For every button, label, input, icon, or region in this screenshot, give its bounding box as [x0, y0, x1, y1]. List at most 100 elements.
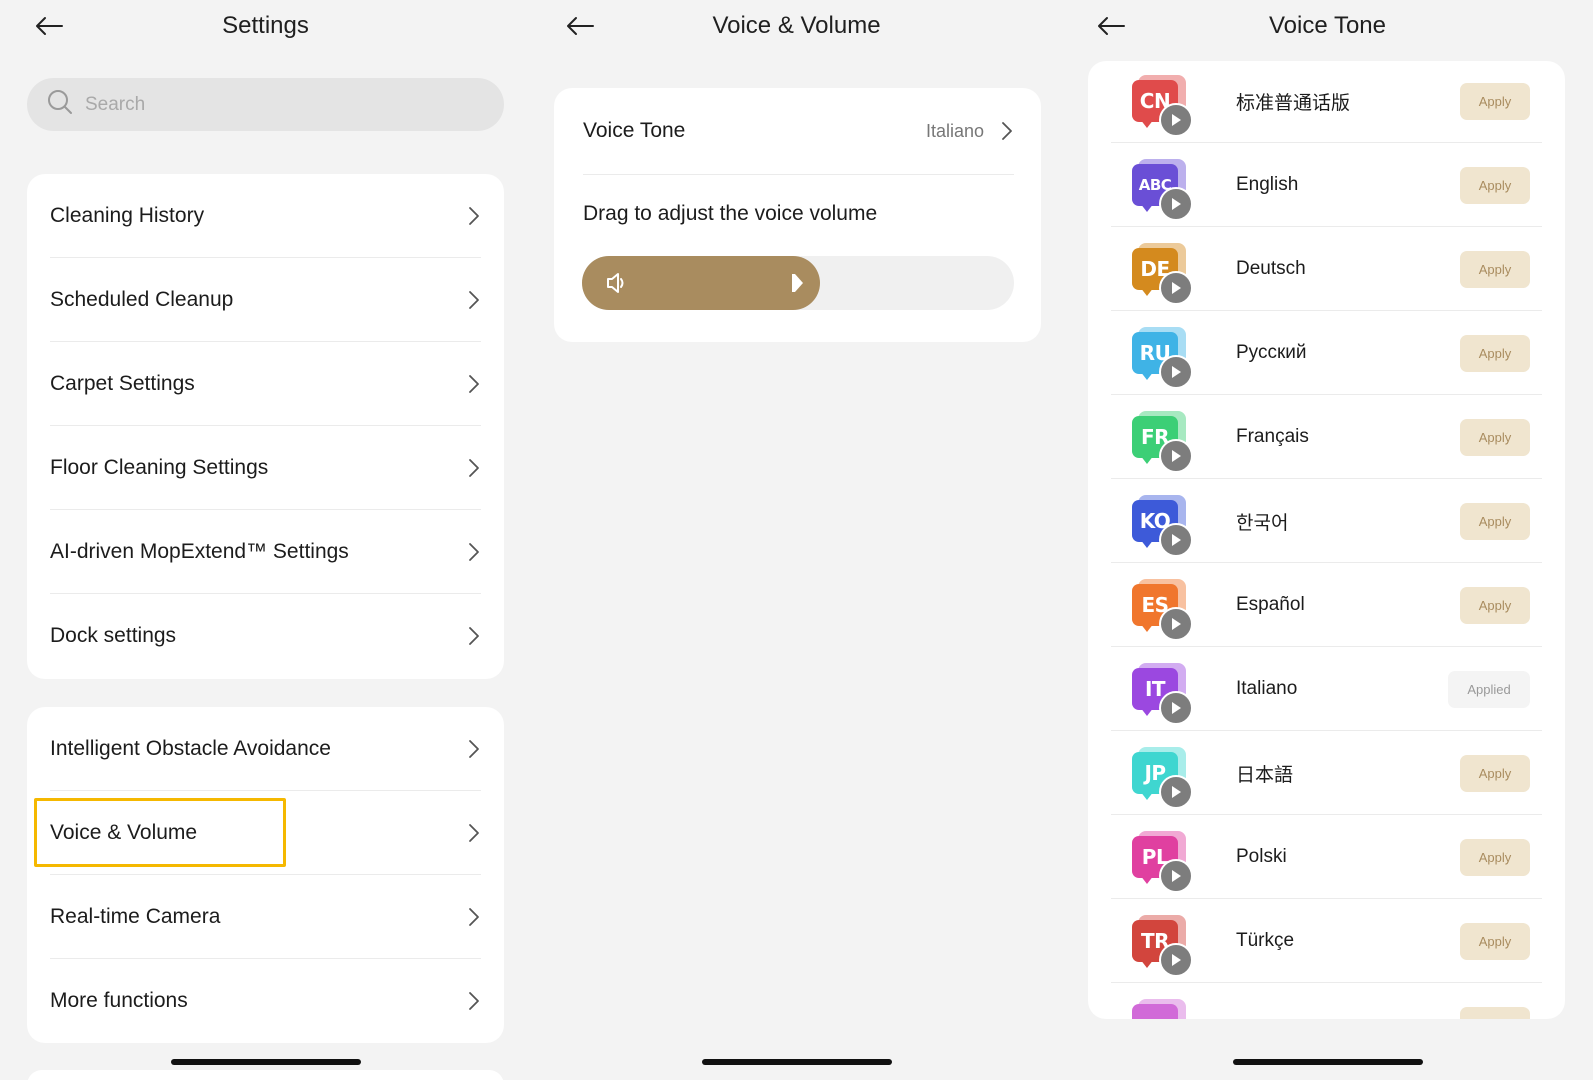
badge-tail	[1140, 455, 1154, 464]
language-row[interactable]: IT Italiano Applied	[1111, 647, 1542, 731]
settings-item-real-time-camera[interactable]: Real-time Camera	[50, 875, 481, 959]
play-icon[interactable]	[1159, 691, 1193, 725]
search-icon	[47, 89, 73, 120]
settings-group-features: Intelligent Obstacle Avoidance Voice & V…	[27, 707, 504, 1043]
language-badge-icon: ABC	[1132, 159, 1196, 221]
home-indicator	[170, 1059, 361, 1065]
play-icon[interactable]	[1159, 523, 1193, 557]
settings-item-obstacle-avoidance[interactable]: Intelligent Obstacle Avoidance	[50, 707, 481, 791]
badge-tail	[1140, 287, 1154, 296]
language-name: Deutsch	[1236, 258, 1306, 279]
apply-button[interactable]: Apply	[1460, 251, 1530, 288]
language-row[interactable]: ES Español Apply	[1111, 563, 1542, 647]
play-icon[interactable]	[1159, 271, 1193, 305]
play-icon[interactable]	[1159, 355, 1193, 389]
apply-button[interactable]: Apply	[1460, 83, 1530, 120]
language-row[interactable]: RU Русский Apply	[1111, 311, 1542, 395]
settings-item-dock-settings[interactable]: Dock settings	[50, 594, 481, 678]
badge-tail	[1140, 371, 1154, 380]
language-badge-icon: PL	[1132, 831, 1196, 893]
volume-instruction: Drag to adjust the voice volume	[583, 202, 878, 225]
language-row[interactable]: JP 日本語 Apply	[1111, 731, 1542, 815]
volume-slider[interactable]	[582, 256, 1014, 310]
settings-item-more-functions[interactable]: More functions	[50, 959, 481, 1043]
apply-button[interactable]: Apply	[1460, 335, 1530, 372]
settings-item-cleaning-history[interactable]: Cleaning History	[50, 174, 481, 258]
play-icon[interactable]	[1159, 943, 1193, 977]
settings-item-floor-cleaning-settings[interactable]: Floor Cleaning Settings	[50, 426, 481, 510]
apply-button[interactable]: Apply	[1460, 587, 1530, 624]
settings-item-carpet-settings[interactable]: Carpet Settings	[50, 342, 481, 426]
language-name: Italiano	[1236, 678, 1298, 699]
settings-item-voice-volume[interactable]: Voice & Volume	[50, 791, 481, 875]
language-row[interactable]: TR Türkçe Apply	[1111, 899, 1542, 983]
language-row[interactable]: DE Deutsch Apply	[1111, 227, 1542, 311]
search-input[interactable]: Search	[27, 78, 504, 131]
page-title: Voice & Volume	[712, 12, 881, 39]
chevron-right-icon	[467, 290, 481, 310]
settings-item-scheduled-cleanup[interactable]: Scheduled Cleanup	[50, 258, 481, 342]
settings-item-label: Scheduled Cleanup	[50, 287, 234, 311]
language-row[interactable]: PL Polski Apply	[1111, 815, 1542, 899]
settings-item-mopextend-settings[interactable]: AI-driven MopExtend™ Settings	[50, 510, 481, 594]
apply-button[interactable]: Apply	[1460, 755, 1530, 792]
play-icon[interactable]	[1159, 103, 1193, 137]
apply-button[interactable]: Apply	[1460, 503, 1530, 540]
settings-group-cleaning: Cleaning History Scheduled Cleanup Carpe…	[27, 174, 504, 679]
settings-item-label: Voice & Volume	[50, 820, 198, 844]
language-badge-icon: DE	[1132, 243, 1196, 305]
apply-button-partial	[1460, 1007, 1530, 1019]
voice-tone-header: Voice Tone	[1062, 0, 1593, 52]
language-name: Español	[1236, 594, 1305, 615]
settings-group-partial	[27, 1070, 504, 1080]
language-badge-icon: IT	[1132, 663, 1196, 725]
play-icon[interactable]	[1159, 859, 1193, 893]
voice-volume-header: Voice & Volume	[531, 0, 1062, 52]
applied-badge: Applied	[1448, 671, 1530, 708]
badge-code	[1132, 1004, 1178, 1019]
language-row[interactable]: CN 标准普通话版 Apply	[1111, 61, 1542, 143]
play-icon[interactable]	[1159, 439, 1193, 473]
chevron-right-icon	[1000, 121, 1014, 141]
voice-tone-current: Italiano	[926, 121, 1014, 142]
badge-tail	[1140, 539, 1154, 548]
apply-button[interactable]: Apply	[1460, 167, 1530, 204]
voice-volume-screen: Voice & Volume Voice Tone Italiano Drag …	[531, 0, 1062, 1080]
volume-slider-handle[interactable]	[790, 273, 804, 293]
settings-item-label: Floor Cleaning Settings	[50, 455, 269, 479]
voice-tone-row[interactable]: Voice Tone Italiano	[583, 88, 1014, 175]
home-indicator	[701, 1059, 892, 1065]
badge-tail	[1140, 623, 1154, 632]
settings-item-label: Cleaning History	[50, 203, 205, 227]
language-badge-icon: ES	[1132, 579, 1196, 641]
speaker-icon	[604, 270, 630, 296]
settings-item-label: More functions	[50, 989, 188, 1012]
voice-tone-value: Italiano	[925, 120, 984, 141]
badge-tail	[1140, 119, 1154, 128]
badge-tail	[1140, 203, 1154, 212]
play-icon[interactable]	[1159, 607, 1193, 641]
apply-button[interactable]: Apply	[1460, 839, 1530, 876]
apply-button[interactable]: Apply	[1460, 923, 1530, 960]
page-title: Settings	[222, 12, 309, 39]
apply-button[interactable]: Apply	[1460, 419, 1530, 456]
language-badge-icon: FR	[1132, 411, 1196, 473]
settings-item-label: AI-driven MopExtend™ Settings	[50, 539, 349, 563]
play-icon[interactable]	[1159, 187, 1193, 221]
voice-tone-screen: Voice Tone CN 标准普通话版 Apply ABC English Apply D…	[1062, 0, 1593, 1080]
language-badge-icon: JP	[1132, 747, 1196, 809]
language-name: 한국어	[1236, 512, 1289, 534]
voice-volume-card: Voice Tone Italiano Drag to adjust the v…	[554, 88, 1041, 342]
voice-tone-label: Voice Tone	[583, 119, 686, 142]
play-icon[interactable]	[1159, 775, 1193, 809]
settings-item-label: Real-time Camera	[50, 904, 221, 928]
language-row[interactable]: KO 한국어 Apply	[1111, 479, 1542, 563]
language-name: Русский	[1236, 342, 1307, 363]
language-name: 标准普通话版	[1236, 92, 1351, 114]
chevron-right-icon	[467, 739, 481, 759]
chevron-right-icon	[467, 907, 481, 927]
language-row[interactable]: FR Français Apply	[1111, 395, 1542, 479]
language-row[interactable]: ABC English Apply	[1111, 143, 1542, 227]
language-name: Polski	[1236, 846, 1287, 867]
search-placeholder: Search	[85, 93, 146, 115]
